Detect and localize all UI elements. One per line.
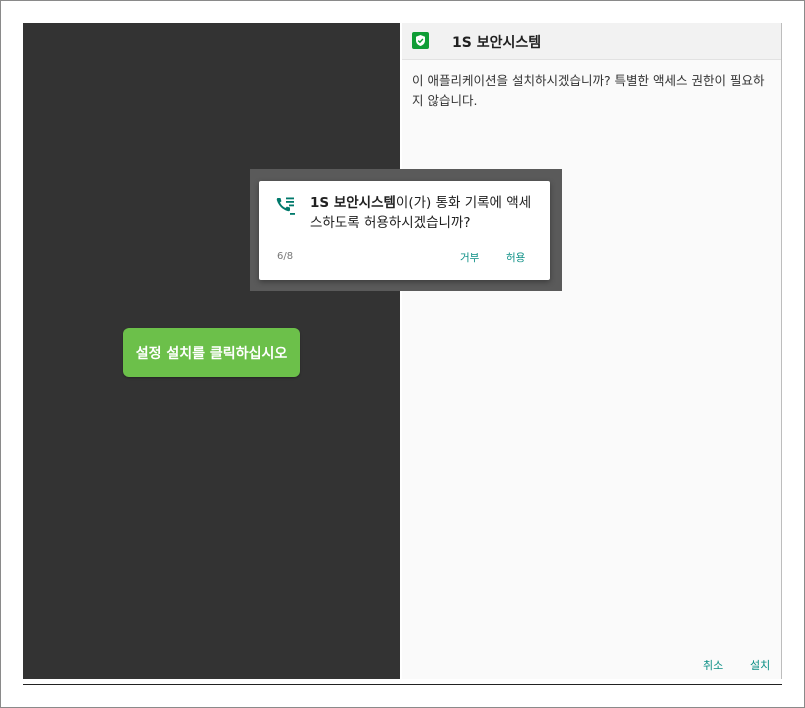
allow-button[interactable]: 허용 xyxy=(506,250,525,265)
cancel-button[interactable]: 취소 xyxy=(703,657,723,673)
permission-counter: 6/8 xyxy=(277,251,294,262)
permission-dialog: 1S 보안시스템이(가) 통화 기록에 액세스하도록 허용하시겠습니까? 6/8… xyxy=(259,181,550,280)
permission-app-name: 1S 보안시스템 xyxy=(310,195,396,211)
install-settings-label: 설정 설치를 클릭하십시오 xyxy=(135,345,288,362)
installer-header: 1S 보안시스템 xyxy=(402,23,781,60)
permission-request-text: 1S 보안시스템이(가) 통화 기록에 액세스하도록 허용하시겠습니까? xyxy=(310,193,542,233)
install-settings-button[interactable]: 설정 설치를 클릭하십시오 xyxy=(123,328,300,377)
shield-check-icon xyxy=(412,32,429,49)
deny-button[interactable]: 거부 xyxy=(460,250,479,265)
phone-log-icon xyxy=(275,195,297,217)
installer-app-name: 1S 보안시스템 xyxy=(452,35,542,51)
install-button[interactable]: 설치 xyxy=(750,657,770,673)
divider xyxy=(23,684,782,685)
installer-message: 이 애플리케이션을 설치하시겠습니까? 특별한 액세스 권한이 필요하지 않습니… xyxy=(412,73,765,108)
installer-pane: 1S 보안시스템 이 애플리케이션을 설치하시겠습니까? 특별한 액세스 권한이… xyxy=(402,23,782,679)
